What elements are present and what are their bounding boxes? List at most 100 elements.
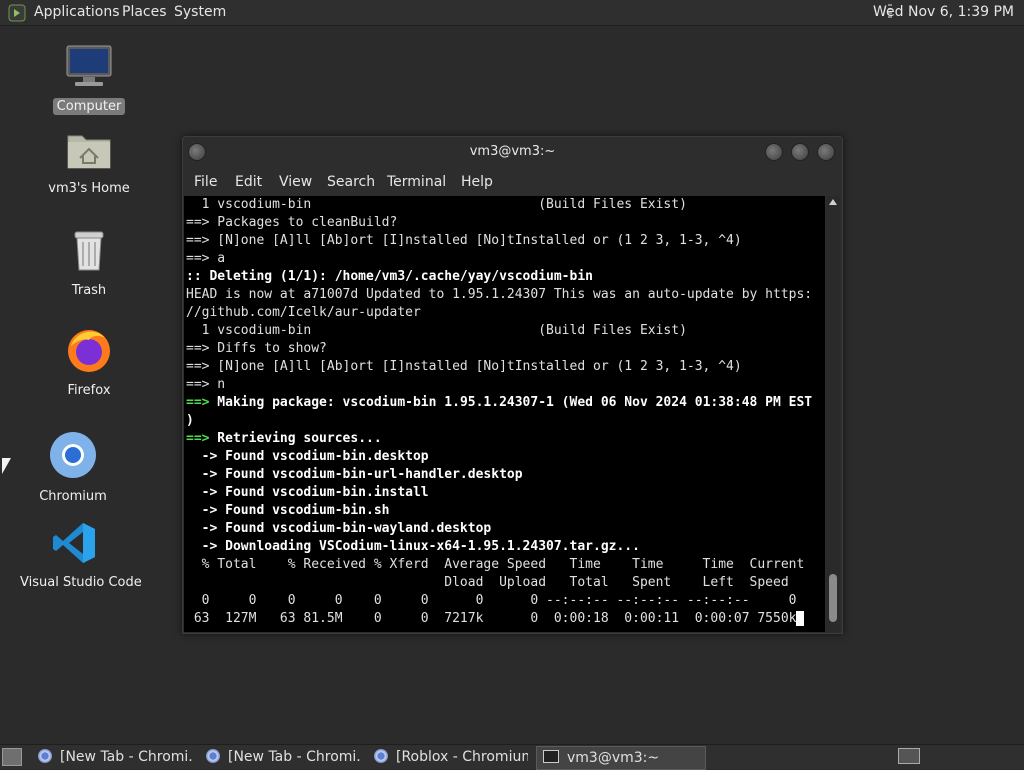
taskbar-item-active[interactable]: vm3@vm3:~: [536, 746, 706, 770]
terminal-line: -> Found vscodium-bin-wayland.desktop: [184, 520, 825, 538]
terminal-line: ==> Retrieving sources...: [184, 430, 825, 448]
terminal-line-text: -> Found vscodium-bin.desktop: [186, 449, 429, 464]
chromium-icon: [38, 749, 52, 763]
desktop-icon-label: Firefox: [67, 383, 111, 398]
terminal-line-text: 1 vscodium-bin (Build Files Exist): [186, 197, 687, 212]
desktop-icon-vscode[interactable]: Visual Studio Code: [16, 520, 142, 591]
terminal-line-text: ==> Packages to cleanBuild?: [186, 215, 398, 230]
terminal-line: 1 vscodium-bin (Build Files Exist): [184, 322, 825, 340]
terminal-line: ==> [N]one [A]ll [Ab]ort [I]nstalled [No…: [184, 358, 825, 376]
terminal-line-text: -> Found vscodium-bin.sh: [186, 503, 390, 518]
taskbar-item-label: [New Tab - Chromi...: [228, 749, 360, 765]
menu-terminal[interactable]: Terminal: [387, 174, 446, 190]
terminal-cursor: [796, 611, 805, 626]
terminal-line-text: Retrieving sources...: [209, 431, 382, 446]
bottom-panel: [New Tab - Chromi... [New Tab - Chromi..…: [0, 744, 1024, 770]
terminal-line: -> Found vscodium-bin.desktop: [184, 448, 825, 466]
computer-icon: [66, 45, 112, 86]
taskbar-item-label: vm3@vm3:~: [567, 750, 660, 766]
terminal-line-text: -> Found vscodium-bin-wayland.desktop: [186, 521, 492, 536]
terminal-line: -> Found vscodium-bin.install: [184, 484, 825, 502]
terminal-line-text: -> Downloading VSCodium-linux-x64-1.95.1…: [186, 539, 640, 554]
terminal-line: :: Deleting (1/1): /home/vm3/.cache/yay/…: [184, 268, 825, 286]
terminal-line-text: :: Deleting (1/1): /home/vm3/.cache/yay/…: [186, 269, 593, 284]
desktop-icon-label: Trash: [71, 283, 107, 298]
window-titlebar[interactable]: vm3@vm3:~: [183, 137, 842, 167]
system-menu[interactable]: System: [174, 0, 226, 25]
terminal-scrollbar[interactable]: [826, 196, 840, 632]
terminal-line: ==> [N]one [A]ll [Ab]ort [I]nstalled [No…: [184, 232, 825, 250]
desktop-icon-home[interactable]: vm3's Home: [44, 128, 134, 197]
scroll-up-icon[interactable]: [829, 199, 837, 205]
taskbar-item[interactable]: [New Tab - Chromi...: [200, 746, 360, 768]
terminal-line-text: 0 0 0 0 0 0 0 0 --:--:-- --:--:-- --:--:…: [186, 593, 797, 608]
places-menu[interactable]: Places: [122, 0, 167, 25]
terminal-line-text: Making package: vscodium-bin 1.95.1.2430…: [209, 395, 813, 410]
terminal-line: ==> Making package: vscodium-bin 1.95.1.…: [184, 394, 825, 412]
desktop-icon-firefox[interactable]: Firefox: [48, 326, 130, 399]
terminal-line: HEAD is now at a71007d Updated to 1.95.1…: [184, 286, 825, 304]
window-title: vm3@vm3:~: [469, 144, 556, 159]
terminal-line-text: ==> n: [186, 377, 226, 392]
menu-edit[interactable]: Edit: [235, 174, 262, 190]
terminal-line-text: //github.com/Icelk/aur-updater: [186, 305, 421, 320]
taskbar-item-label: [Roblox - Chromium]: [396, 749, 528, 765]
desktop-icon-label: Chromium: [39, 489, 107, 504]
scroll-thumb[interactable]: [829, 574, 837, 622]
terminal-line: 1 vscodium-bin (Build Files Exist): [184, 196, 825, 214]
desktop-icon-label: vm3's Home: [48, 181, 130, 196]
terminal-line-text: ==> [N]one [A]ll [Ab]ort [I]nstalled [No…: [186, 359, 742, 374]
terminal-line-text: 63 127M 63 81.5M 0 0 7217k 0 0:00:18 0:0…: [186, 611, 797, 626]
terminal-line-text: ==> Diffs to show?: [186, 341, 327, 356]
terminal-line: ==> a: [184, 250, 825, 268]
terminal-line: ): [184, 412, 825, 430]
terminal-window[interactable]: vm3@vm3:~ File Edit View Search Terminal…: [182, 136, 843, 634]
terminal-menubar: File Edit View Search Terminal Help: [183, 169, 842, 195]
clock[interactable]: Wed Nov 6, 1:39 PM: [873, 0, 1014, 25]
terminal-line-text: ): [186, 413, 194, 428]
show-desktop-icon[interactable]: [2, 748, 22, 766]
terminal-line-text: ==> [N]one [A]ll [Ab]ort [I]nstalled [No…: [186, 233, 742, 248]
terminal-output[interactable]: 1 vscodium-bin (Build Files Exist) ==> Pa…: [184, 196, 825, 632]
terminal-line-text: Dload Upload Total Spent Left Speed: [186, 575, 789, 590]
desktop-icon-label: Visual Studio Code: [20, 575, 142, 590]
maximize-icon[interactable]: [791, 143, 809, 161]
top-panel: Applications Places System Wed Nov 6, 1:…: [0, 0, 1024, 26]
terminal-icon: [543, 750, 559, 763]
minimize-icon[interactable]: [765, 143, 783, 161]
terminal-line-text: -> Found vscodium-bin-url-handler.deskto…: [186, 467, 523, 482]
terminal-line: ==> n: [184, 376, 825, 394]
terminal-line: Dload Upload Total Spent Left Speed: [184, 574, 825, 592]
terminal-line: -> Found vscodium-bin.sh: [184, 502, 825, 520]
terminal-line: //github.com/Icelk/aur-updater: [184, 304, 825, 322]
chromium-icon: [50, 432, 96, 478]
taskbar-item[interactable]: [Roblox - Chromium]: [368, 746, 528, 768]
applications-menu[interactable]: Applications: [34, 0, 120, 25]
terminal-line: ==> Diffs to show?: [184, 340, 825, 358]
terminal-line-text: 1 vscodium-bin (Build Files Exist): [186, 323, 687, 338]
terminal-line: -> Downloading VSCodium-linux-x64-1.95.1…: [184, 538, 825, 556]
desktop-icon-chromium[interactable]: Chromium: [32, 430, 114, 505]
menu-search[interactable]: Search: [327, 174, 375, 190]
chromium-icon: [374, 749, 388, 763]
menu-view[interactable]: View: [279, 174, 312, 190]
menu-help[interactable]: Help: [461, 174, 493, 190]
terminal-line: -> Found vscodium-bin-url-handler.deskto…: [184, 466, 825, 484]
desktop-icon-trash[interactable]: Trash: [48, 228, 130, 299]
chromium-icon: [206, 749, 220, 763]
taskbar-item-label: [New Tab - Chromi...: [60, 749, 192, 765]
taskbar-item[interactable]: [New Tab - Chromi...: [32, 746, 192, 768]
window-menu-icon[interactable]: [188, 143, 206, 161]
close-icon[interactable]: [817, 143, 835, 161]
prompt-arrow: ==>: [186, 395, 210, 410]
trash-icon: [74, 231, 104, 271]
prompt-arrow: ==>: [186, 431, 210, 446]
workspace-switcher[interactable]: [898, 748, 920, 764]
firefox-icon: [68, 330, 110, 372]
terminal-line-text: -> Found vscodium-bin.install: [186, 485, 429, 500]
vscode-icon: [53, 523, 95, 563]
terminal-line: % Total % Received % Xferd Average Speed…: [184, 556, 825, 574]
menu-file[interactable]: File: [194, 174, 217, 190]
applications-logo-icon[interactable]: [8, 4, 26, 22]
desktop-icon-computer[interactable]: Computer: [48, 44, 130, 115]
